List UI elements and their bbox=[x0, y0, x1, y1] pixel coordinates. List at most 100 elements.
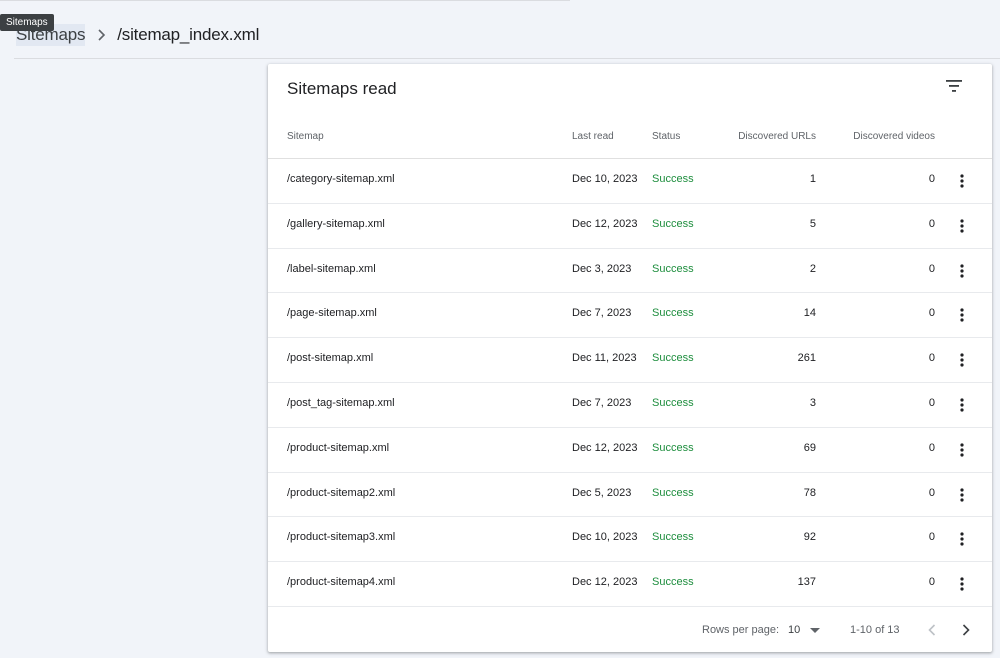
table-pagination: Rows per page: 10 1-10 of 13 bbox=[268, 610, 992, 650]
table-row[interactable]: /product-sitemap.xml Dec 12, 2023 Succes… bbox=[268, 428, 992, 473]
discovered-urls-cell: 261 bbox=[797, 352, 816, 365]
next-page-button[interactable] bbox=[954, 618, 978, 642]
chevron-right-icon bbox=[85, 29, 117, 41]
row-menu-button[interactable] bbox=[950, 393, 974, 417]
table-row[interactable]: /product-sitemap2.xml Dec 5, 2023 Succes… bbox=[268, 473, 992, 518]
column-header-discovered-videos[interactable]: Discovered videos bbox=[853, 131, 935, 142]
card-title: Sitemaps read bbox=[287, 79, 397, 98]
row-menu-button[interactable] bbox=[950, 527, 974, 551]
discovered-videos-cell: 0 bbox=[928, 217, 935, 230]
more-vert-icon bbox=[960, 577, 964, 591]
status-cell: Success bbox=[652, 397, 694, 409]
header-divider bbox=[14, 58, 1000, 59]
column-header-discovered-urls[interactable]: Discovered URLs bbox=[738, 131, 816, 142]
discovered-urls-cell: 137 bbox=[797, 576, 816, 589]
discovered-urls-cell: 3 bbox=[809, 397, 816, 409]
table-row[interactable]: /category-sitemap.xml Dec 10, 2023 Succe… bbox=[268, 159, 992, 204]
status-cell: Success bbox=[652, 217, 694, 230]
table-row[interactable]: /post-sitemap.xml Dec 11, 2023 Success 2… bbox=[268, 338, 992, 383]
last-read-cell: Dec 11, 2023 bbox=[572, 352, 637, 365]
more-vert-icon bbox=[960, 263, 964, 278]
column-header-sitemap[interactable]: Sitemap bbox=[287, 131, 324, 142]
last-read-cell: Dec 7, 2023 bbox=[572, 307, 632, 320]
column-header-last-read[interactable]: Last read bbox=[572, 131, 614, 142]
row-menu-button[interactable] bbox=[950, 169, 974, 193]
status-cell: Success bbox=[652, 307, 694, 320]
table-row[interactable]: /page-sitemap.xml Dec 7, 2023 Success 14… bbox=[268, 293, 992, 339]
filter-list-icon bbox=[946, 79, 962, 97]
more-vert-icon bbox=[960, 487, 964, 502]
discovered-videos-cell: 0 bbox=[928, 576, 935, 589]
discovered-videos-cell: 0 bbox=[928, 173, 935, 185]
discovered-urls-cell: 5 bbox=[809, 217, 816, 230]
row-menu-button[interactable] bbox=[950, 259, 974, 283]
discovered-videos-cell: 0 bbox=[928, 441, 935, 454]
status-cell: Success bbox=[652, 173, 694, 185]
rows-per-page-select[interactable]: 10 bbox=[788, 620, 824, 640]
more-vert-icon bbox=[960, 398, 964, 412]
discovered-urls-cell: 92 bbox=[803, 531, 816, 544]
sitemaps-read-card: Sitemaps read Sitemap Last read Status D… bbox=[268, 64, 992, 652]
last-read-cell: Dec 3, 2023 bbox=[572, 262, 632, 275]
status-cell: Success bbox=[652, 441, 694, 454]
table-row[interactable]: /product-sitemap3.xml Dec 10, 2023 Succe… bbox=[268, 517, 992, 563]
last-read-cell: Dec 5, 2023 bbox=[572, 486, 632, 499]
discovered-videos-cell: 0 bbox=[928, 352, 935, 365]
breadcrumb-current: /sitemap_index.xml bbox=[117, 25, 260, 44]
rows-per-page-value: 10 bbox=[788, 624, 801, 636]
status-cell: Success bbox=[652, 531, 694, 544]
filter-button[interactable] bbox=[940, 76, 968, 100]
chevron-left-icon bbox=[928, 624, 936, 636]
table-row[interactable]: /gallery-sitemap.xml Dec 12, 2023 Succes… bbox=[268, 204, 992, 249]
status-cell: Success bbox=[652, 352, 694, 365]
last-read-cell: Dec 7, 2023 bbox=[572, 397, 632, 409]
discovered-videos-cell: 0 bbox=[928, 486, 935, 499]
status-cell: Success bbox=[652, 262, 694, 275]
pagination-range: 1-10 of 13 bbox=[850, 624, 900, 636]
sitemap-cell: /category-sitemap.xml bbox=[287, 173, 395, 185]
sitemap-cell: /page-sitemap.xml bbox=[287, 307, 377, 320]
previous-page-button[interactable] bbox=[920, 618, 944, 642]
table-header: Sitemap Last read Status Discovered URLs… bbox=[268, 122, 992, 159]
discovered-videos-cell: 0 bbox=[928, 397, 935, 409]
column-header-status[interactable]: Status bbox=[652, 131, 680, 142]
row-menu-button[interactable] bbox=[950, 438, 974, 462]
discovered-urls-cell: 78 bbox=[803, 486, 816, 499]
last-read-cell: Dec 12, 2023 bbox=[572, 576, 638, 589]
sitemap-cell: /product-sitemap2.xml bbox=[287, 486, 396, 499]
sitemap-cell: /post-sitemap.xml bbox=[287, 352, 374, 365]
table-row[interactable]: /product-sitemap4.xml Dec 12, 2023 Succe… bbox=[268, 562, 992, 607]
discovered-videos-cell: 0 bbox=[928, 262, 935, 275]
more-vert-icon bbox=[960, 219, 964, 233]
more-vert-icon bbox=[960, 443, 964, 457]
table-row[interactable]: /post_tag-sitemap.xml Dec 7, 2023 Succes… bbox=[268, 383, 992, 428]
discovered-videos-cell: 0 bbox=[928, 307, 935, 320]
chevron-right-icon bbox=[962, 624, 970, 636]
arrow-drop-down-icon bbox=[810, 628, 820, 633]
discovered-urls-cell: 2 bbox=[809, 262, 816, 275]
row-menu-button[interactable] bbox=[950, 303, 974, 327]
last-read-cell: Dec 10, 2023 bbox=[572, 531, 638, 544]
top-divider bbox=[0, 0, 570, 1]
discovered-videos-cell: 0 bbox=[928, 531, 935, 544]
more-vert-icon bbox=[960, 353, 964, 367]
table-row[interactable]: /label-sitemap.xml Dec 3, 2023 Success 2… bbox=[268, 249, 992, 294]
more-vert-icon bbox=[960, 174, 964, 188]
sitemap-cell: /product-sitemap4.xml bbox=[287, 576, 396, 589]
sitemap-cell: /product-sitemap3.xml bbox=[287, 531, 396, 544]
status-cell: Success bbox=[652, 486, 694, 499]
row-menu-button[interactable] bbox=[950, 348, 974, 372]
row-menu-button[interactable] bbox=[950, 214, 974, 238]
sitemap-cell: /gallery-sitemap.xml bbox=[287, 217, 385, 230]
row-menu-button[interactable] bbox=[950, 483, 974, 507]
last-read-cell: Dec 10, 2023 bbox=[572, 173, 638, 185]
more-vert-icon bbox=[960, 308, 964, 322]
discovered-urls-cell: 1 bbox=[809, 173, 816, 185]
sitemap-cell: /product-sitemap.xml bbox=[287, 441, 390, 454]
rows-per-page-label: Rows per page: bbox=[702, 624, 780, 636]
row-menu-button[interactable] bbox=[950, 572, 974, 596]
sitemap-cell: /label-sitemap.xml bbox=[287, 262, 376, 275]
discovered-urls-cell: 69 bbox=[803, 441, 816, 454]
tooltip: Sitemaps bbox=[0, 14, 54, 31]
more-vert-icon bbox=[960, 532, 964, 546]
